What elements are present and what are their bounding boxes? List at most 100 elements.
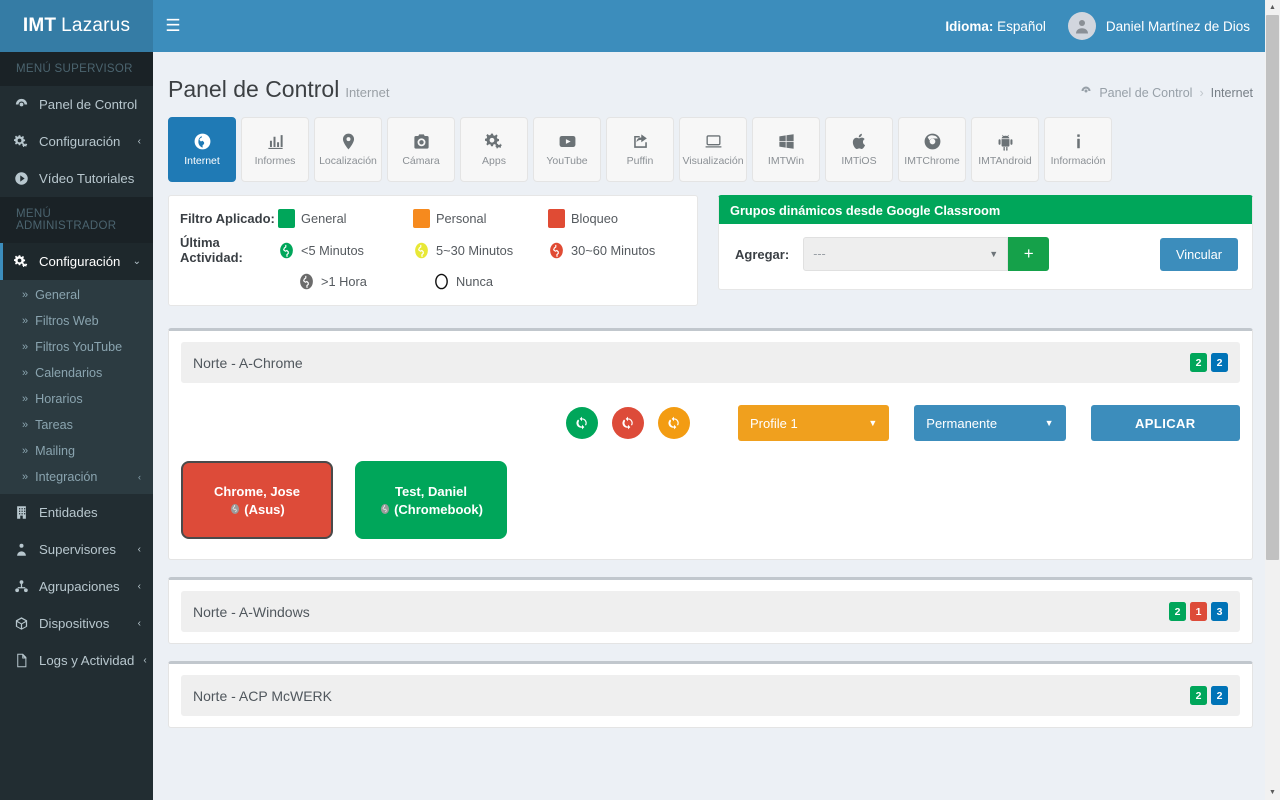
tab-localizacion[interactable]: Localización — [314, 117, 382, 182]
sidebar-item-supervisores[interactable]: Supervisores ‹ — [0, 531, 153, 568]
refresh-red-button[interactable] — [612, 407, 644, 439]
camera-icon — [413, 134, 429, 149]
group-body: Profile 1 ▼ Permanente ▼ APLICAR Chrome,… — [169, 383, 1252, 559]
double-chevron-icon: » — [22, 367, 29, 379]
duration-select[interactable]: Permanente ▼ — [914, 405, 1066, 441]
sidebar-submenu-configuracion: » General » Filtros Web » Filtros YouTub… — [0, 280, 153, 494]
classroom-group-select[interactable]: --- ▼ — [803, 237, 1009, 271]
tab-apps[interactable]: Apps — [460, 117, 528, 182]
sidebar-item-label: Agrupaciones — [39, 579, 120, 594]
chevron-down-icon: ▼ — [1044, 418, 1054, 428]
user-name: Daniel Martínez de Dios — [1105, 18, 1250, 34]
legend-item-label: 30~60 Minutos — [571, 242, 656, 258]
refresh-icon — [576, 416, 587, 430]
top-bar-main: ☰ Idioma: Español Daniel Martínez de Dio… — [153, 0, 1280, 52]
sidebar-item-panel-de-control[interactable]: Panel de Control — [0, 86, 153, 123]
tab-imtios[interactable]: IMTiOS — [825, 117, 893, 182]
device-model: (Chromebook) — [394, 501, 483, 517]
sidebar-subitem-integracion[interactable]: » Integración ‹ — [0, 464, 153, 490]
globe-icon — [231, 504, 240, 514]
sidebar-subitem-general[interactable]: » General — [0, 282, 153, 308]
user-menu[interactable]: Daniel Martínez de Dios — [1067, 12, 1250, 40]
tab-imtandroid[interactable]: IMTAndroid — [971, 117, 1039, 182]
sidebar-item-logs-y-actividad[interactable]: Logs y Actividad ‹ — [0, 642, 153, 679]
group-header[interactable]: Norte - A-Windows 2 1 3 — [181, 591, 1240, 632]
globe-icon — [194, 133, 210, 150]
sidebar-item-configuracion-admin[interactable]: Configuración ⌄ — [0, 243, 153, 280]
device-tile[interactable]: Chrome, Jose (Asus) — [181, 461, 333, 539]
legend-filter-row: Filtro Aplicado: General Personal Bloque… — [180, 209, 683, 228]
double-chevron-icon: » — [22, 471, 29, 483]
classroom-add-button[interactable]: + — [1008, 237, 1050, 271]
apple-icon — [852, 133, 865, 149]
sidebar: MENÚ SUPERVISOR Panel de Control Configu… — [0, 52, 153, 800]
apply-button[interactable]: APLICAR — [1090, 405, 1241, 441]
sidebar-item-configuracion-supervisor[interactable]: Configuración ‹ — [0, 123, 153, 160]
status-badge: 2 — [1169, 602, 1186, 621]
profile-select-value: Profile 1 — [750, 415, 798, 431]
group-controls: Profile 1 ▼ Permanente ▼ APLICAR — [181, 405, 1241, 441]
sidebar-subitem-calendarios[interactable]: » Calendarios — [0, 360, 153, 386]
tab-imtchrome[interactable]: IMTChrome — [898, 117, 966, 182]
sidebar-subitem-label: Calendarios — [35, 366, 103, 380]
legend-filter-label: Filtro Aplicado: — [180, 211, 275, 226]
tab-label: Internet — [184, 154, 220, 167]
bar-chart-icon — [267, 134, 283, 149]
sidebar-subitem-horarios[interactable]: » Horarios — [0, 386, 153, 412]
scroll-down-icon[interactable]: ▼ — [1265, 785, 1280, 800]
sidebar-subitem-filtros-youtube[interactable]: » Filtros YouTube — [0, 334, 153, 360]
profile-select[interactable]: Profile 1 ▼ — [738, 405, 890, 441]
sidebar-item-agrupaciones[interactable]: Agrupaciones ‹ — [0, 568, 153, 605]
tab-informacion[interactable]: Información — [1044, 117, 1112, 182]
dashboard-icon — [1080, 85, 1092, 100]
globe-icon — [300, 273, 313, 290]
group-badges: 2 2 — [1190, 686, 1228, 705]
sidebar-subitem-label: Horarios — [35, 392, 83, 406]
plus-icon: + — [1023, 244, 1034, 263]
breadcrumb-root[interactable]: Panel de Control — [1099, 86, 1192, 100]
youtube-icon — [559, 135, 575, 147]
tab-informes[interactable]: Informes — [241, 117, 309, 182]
page-title-text: Panel de Control — [168, 76, 340, 102]
share-square-icon — [633, 134, 647, 148]
page-scrollbar[interactable]: ▲ ▼ — [1265, 0, 1280, 800]
refresh-green-button[interactable] — [566, 407, 598, 439]
top-bar: IMT Lazarus ☰ Idioma: Español Daniel Mart… — [0, 0, 1280, 52]
legend-item-30to60min: 30~60 Minutos — [548, 241, 683, 260]
double-chevron-icon: » — [22, 419, 29, 431]
sidebar-subitem-mailing[interactable]: » Mailing — [0, 438, 153, 464]
app-logo[interactable]: IMT Lazarus — [0, 0, 153, 52]
classroom-link-button[interactable]: Vincular — [1159, 237, 1238, 271]
group-header[interactable]: Norte - A-Chrome 2 2 — [181, 342, 1240, 383]
tab-internet[interactable]: Internet — [168, 117, 236, 182]
group-header[interactable]: Norte - ACP McWERK 2 2 — [181, 675, 1240, 716]
group-card: Norte - ACP McWERK 2 2 — [168, 661, 1253, 728]
scrollbar-thumb[interactable] — [1266, 15, 1279, 560]
sidebar-item-dispositivos[interactable]: Dispositivos ‹ — [0, 605, 153, 642]
legend-item-gt1hora: >1 Hora — [298, 272, 433, 291]
tab-imtwin[interactable]: IMTWin — [752, 117, 820, 182]
classroom-panel-body: Agregar: --- ▼ + Vincular — [719, 223, 1252, 289]
sidebar-subitem-filtros-web[interactable]: » Filtros Web — [0, 308, 153, 334]
tab-youtube[interactable]: YouTube — [533, 117, 601, 182]
legend-filter-items: General Personal Bloqueo — [278, 209, 683, 228]
hamburger-icon[interactable]: ☰ — [153, 0, 193, 52]
tab-label: Visualización — [682, 154, 744, 167]
tab-visualizacion[interactable]: Visualización — [679, 117, 747, 182]
tab-camara[interactable]: Cámara — [387, 117, 455, 182]
device-tile[interactable]: Test, Daniel (Chromebook) — [355, 461, 507, 539]
sidebar-item-entidades[interactable]: Entidades — [0, 494, 153, 531]
legend-item-label: Nunca — [456, 274, 493, 289]
scroll-up-icon[interactable]: ▲ — [1265, 0, 1280, 15]
tab-puffin[interactable]: Puffin — [606, 117, 674, 182]
sidebar-item-label: Entidades — [39, 505, 98, 520]
page-title: Panel de Control Internet — [168, 76, 389, 103]
sidebar-subitem-tareas[interactable]: » Tareas — [0, 412, 153, 438]
sidebar-item-video-tutoriales[interactable]: Vídeo Tutoriales — [0, 160, 153, 197]
refresh-orange-button[interactable] — [658, 407, 690, 439]
chevron-left-icon: ‹ — [137, 136, 141, 147]
group-name: Norte - ACP McWERK — [193, 687, 332, 704]
sidebar-item-label: Vídeo Tutoriales — [39, 171, 135, 186]
refresh-button-group — [566, 407, 690, 439]
sidebar-subitem-label: Filtros YouTube — [35, 340, 123, 354]
